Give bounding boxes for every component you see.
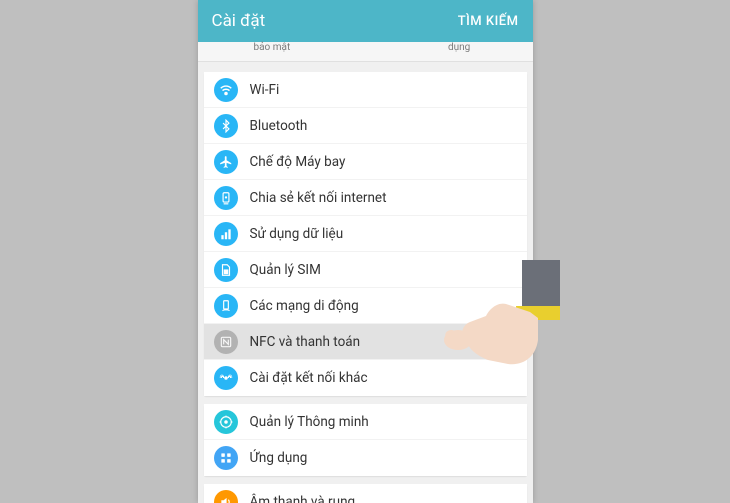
page-title: Cài đặt [212,11,266,31]
settings-item-airplane[interactable]: Chế độ Máy bay [204,144,527,180]
airplane-icon [214,150,238,174]
wifi-icon [214,78,238,102]
sound-icon [214,490,238,503]
settings-item-label: Quản lý Thông minh [250,414,369,430]
settings-item-label: Wi-Fi [250,82,280,98]
smartmgr-icon [214,410,238,434]
sub-tabs: bảo mật dụng [198,42,533,62]
subtab-security[interactable]: bảo mật [198,42,339,61]
settings-item-tethering[interactable]: Chia sẻ kết nối internet [204,180,527,216]
settings-item-moreconn[interactable]: Cài đặt kết nối khác [204,360,527,396]
settings-item-label: Quản lý SIM [250,262,321,278]
moreconn-icon [214,366,238,390]
settings-list: Wi-Fi Bluetooth Chế độ Máy bay Chia sẻ kết … [198,62,533,503]
settings-item-label: Sử dụng dữ liệu [250,226,344,242]
apps-icon [214,446,238,470]
settings-item-label: Các mạng di động [250,298,359,314]
settings-item-sound[interactable]: Âm thanh và rung [204,484,527,503]
settings-item-label: Ứng dụng [250,450,308,466]
settings-item-datausage[interactable]: Sử dụng dữ liệu [204,216,527,252]
settings-item-wifi[interactable]: Wi-Fi [204,72,527,108]
mobilenet-icon [214,294,238,318]
settings-item-label: Chia sẻ kết nối internet [250,190,387,206]
settings-item-apps[interactable]: Ứng dụng [204,440,527,476]
settings-item-label: Chế độ Máy bay [250,154,346,170]
subtab-usage[interactable]: dụng [338,42,533,61]
nfc-icon [214,330,238,354]
settings-item-label: Bluetooth [250,118,308,134]
bluetooth-icon [214,114,238,138]
settings-item-label: Cài đặt kết nối khác [250,370,368,386]
settings-item-label: Âm thanh và rung [250,494,356,503]
settings-item-bluetooth[interactable]: Bluetooth [204,108,527,144]
settings-group: Wi-Fi Bluetooth Chế độ Máy bay Chia sẻ kết … [204,72,527,396]
settings-item-mobilenet[interactable]: Các mạng di động [204,288,527,324]
settings-item-sim[interactable]: Quản lý SIM [204,252,527,288]
sim-icon [214,258,238,282]
tether-icon [214,186,238,210]
settings-screen: Cài đặt TÌM KIẾM bảo mật dụng Wi-Fi Bluet… [198,0,533,503]
settings-item-smartmgr[interactable]: Quản lý Thông minh [204,404,527,440]
header-bar: Cài đặt TÌM KIẾM [198,0,533,42]
search-button[interactable]: TÌM KIẾM [458,14,519,29]
data-icon [214,222,238,246]
settings-item-nfc[interactable]: NFC và thanh toán [204,324,527,360]
settings-item-label: NFC và thanh toán [250,334,361,350]
settings-group: Quản lý Thông minh Ứng dụng [204,404,527,476]
settings-group: Âm thanh và rung [204,484,527,503]
